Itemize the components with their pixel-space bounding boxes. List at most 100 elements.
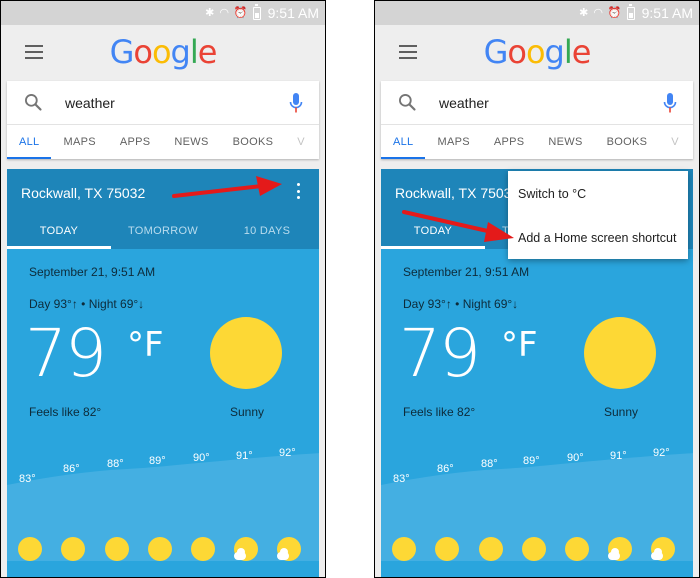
battery-icon: [626, 3, 635, 20]
temperature-unit: °F: [501, 325, 538, 365]
location-title: Rockwall, TX 75032: [21, 185, 146, 201]
tab-apps[interactable]: APPS: [482, 126, 537, 159]
hourly-temp: 89°: [149, 455, 166, 467]
search-tabs: ALL MAPS APPS NEWS BOOKS V: [7, 126, 319, 159]
hourly-temp: 90°: [193, 452, 210, 464]
search-bar[interactable]: weather: [381, 81, 693, 125]
hourly-temp: 88°: [481, 458, 498, 470]
weather-datetime: September 21, 9:51 AM: [403, 265, 530, 279]
sun-icon: [435, 537, 459, 561]
menu-icon[interactable]: [25, 45, 43, 59]
annotation-arrow: [172, 176, 282, 198]
weather-body: September 21, 9:51 AM Day 93°↑ • Night 6…: [381, 249, 693, 577]
search-icon[interactable]: [397, 92, 417, 112]
current-temperature: 79: [25, 315, 107, 392]
sun-icon: [191, 537, 215, 561]
bluetooth-icon: ✱: [579, 6, 589, 19]
sun-icon: [392, 537, 416, 561]
search-card: weather ALL MAPS APPS NEWS BOOKS V: [381, 81, 693, 159]
wifi-icon: ◠: [219, 6, 229, 19]
search-card: weather ALL MAPS APPS NEWS BOOKS V: [7, 81, 319, 159]
more-options-icon[interactable]: [297, 183, 301, 199]
partly-cloudy-icon: [277, 537, 301, 561]
hourly-temp: 91°: [610, 450, 627, 462]
hourly-temp: 83°: [19, 473, 36, 485]
tab-all[interactable]: ALL: [7, 126, 52, 159]
tab-maps[interactable]: MAPS: [51, 126, 107, 159]
search-bar[interactable]: weather: [7, 81, 319, 125]
hourly-temp: 86°: [437, 463, 454, 475]
alarm-icon: ⏰: [233, 6, 248, 19]
bluetooth-icon: ✱: [205, 6, 215, 19]
tab-all[interactable]: ALL: [381, 126, 426, 159]
partly-cloudy-icon: [608, 537, 632, 561]
overflow-menu: Switch to °C Add a Home screen shortcut: [508, 171, 688, 259]
tab-videos-partial[interactable]: V: [659, 126, 679, 159]
search-input[interactable]: weather: [439, 95, 489, 111]
partly-cloudy-icon: [651, 537, 675, 561]
day-tabs: TODAY TOMORROW 10 DAYS: [7, 215, 319, 249]
status-bar: ✱ ◠ ⏰ 9:51 AM: [375, 1, 699, 25]
condition-label: Sunny: [604, 405, 639, 419]
hourly-temp: 86°: [63, 463, 80, 475]
sun-icon: [210, 317, 282, 389]
weather-body: September 21, 9:51 AM Day 93°↑ • Night 6…: [7, 249, 319, 577]
tab-news[interactable]: NEWS: [162, 126, 220, 159]
current-temperature: 79: [399, 315, 481, 392]
status-time: 9:51 AM: [267, 5, 319, 21]
sun-icon: [584, 317, 656, 389]
app-bar: Google: [1, 25, 325, 79]
tab-today[interactable]: TODAY: [7, 215, 111, 249]
high-low-temps: Day 93°↑ • Night 69°↓: [403, 297, 519, 311]
menu-item-switch-to-celsius[interactable]: Switch to °C: [518, 187, 586, 201]
hourly-temp: 91°: [236, 450, 253, 462]
sun-icon: [148, 537, 172, 561]
sun-icon: [522, 537, 546, 561]
status-time: 9:51 AM: [641, 5, 693, 21]
search-icon[interactable]: [23, 92, 43, 112]
search-tabs: ALL MAPS APPS NEWS BOOKS V: [381, 126, 693, 159]
high-low-temps: Day 93°↑ • Night 69°↓: [29, 297, 145, 311]
tab-10-days[interactable]: 10 DAYS: [215, 215, 319, 249]
tab-tomorrow[interactable]: TOMORROW: [111, 215, 215, 249]
mic-icon[interactable]: [289, 92, 303, 114]
sun-icon: [18, 537, 42, 561]
temperature-unit: °F: [127, 325, 164, 365]
sun-icon: [479, 537, 503, 561]
feels-like: Feels like 82°: [29, 405, 102, 419]
hourly-temp: 89°: [523, 455, 540, 467]
hourly-temp: 90°: [567, 452, 584, 464]
tab-videos-partial[interactable]: V: [285, 126, 305, 159]
menu-icon[interactable]: [399, 45, 417, 59]
app-bar: Google: [375, 25, 699, 79]
hourly-temp: 88°: [107, 458, 124, 470]
wifi-icon: ◠: [593, 6, 603, 19]
menu-item-add-home-screen-shortcut[interactable]: Add a Home screen shortcut: [518, 231, 676, 245]
google-logo: Google: [483, 33, 592, 71]
tab-books[interactable]: BOOKS: [221, 126, 286, 159]
sun-icon: [105, 537, 129, 561]
search-input[interactable]: weather: [65, 95, 115, 111]
phone-screen-right: ✱ ◠ ⏰ 9:51 AM Google weather ALL MAPS AP…: [374, 0, 700, 578]
condition-label: Sunny: [230, 405, 265, 419]
tab-books[interactable]: BOOKS: [595, 126, 660, 159]
hourly-temp: 92°: [279, 447, 296, 459]
tab-news[interactable]: NEWS: [536, 126, 594, 159]
tab-apps[interactable]: APPS: [108, 126, 163, 159]
sun-icon: [61, 537, 85, 561]
battery-icon: [252, 3, 261, 20]
annotation-arrow: [402, 210, 514, 242]
tutorial-canvas: ✱ ◠ ⏰ 9:51 AM Google weather ALL MAPS AP…: [0, 0, 700, 578]
partly-cloudy-icon: [234, 537, 258, 561]
hourly-forecast: 83° 86° 88° 89° 90° 91° 92°: [7, 441, 319, 561]
alarm-icon: ⏰: [607, 6, 622, 19]
tab-maps[interactable]: MAPS: [425, 126, 481, 159]
google-logo: Google: [109, 33, 218, 71]
location-title: Rockwall, TX 75032: [395, 185, 520, 201]
weather-card: Rockwall, TX 75032 TODAY TOMORROW 10 DAY…: [7, 169, 319, 577]
weather-datetime: September 21, 9:51 AM: [29, 265, 156, 279]
hourly-forecast: 83° 86° 88° 89° 90° 91° 92°: [381, 441, 693, 561]
feels-like: Feels like 82°: [403, 405, 476, 419]
hourly-temp: 92°: [653, 447, 670, 459]
mic-icon[interactable]: [663, 92, 677, 114]
